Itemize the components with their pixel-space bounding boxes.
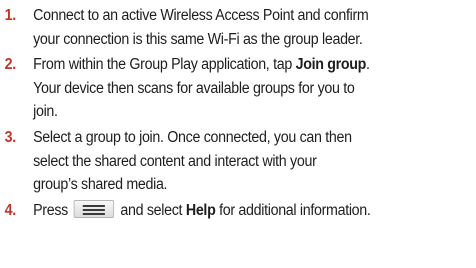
step-4: 4. Press and select Help for additional i… [0, 199, 476, 223]
step-number: 4. [4, 201, 17, 219]
step-number: 1. [4, 7, 17, 24]
menu-key-icon [73, 199, 114, 218]
step-text-line: Your device then scans for available gro… [33, 79, 355, 97]
join-group-label: Join group [295, 56, 367, 74]
step-2: 2. From within the Group Play applicatio… [0, 53, 476, 124]
step-text-line: Connect to an active Wireless Access Poi… [33, 7, 369, 24]
step-text: and select [120, 201, 186, 219]
step-text-line: group’s shared media. [33, 176, 168, 194]
step-text-line: From within the Group Play application, … [33, 53, 476, 77]
step-number: 3. [4, 128, 17, 146]
step-3: 3. Select a group to join. Once connecte… [0, 126, 476, 197]
step-text: From within the Group Play application, … [33, 56, 296, 74]
step-text: Press [33, 201, 68, 219]
step-text-line: join. [33, 103, 58, 121]
help-label: Help [185, 201, 216, 219]
step-text-line: your connection is this same Wi-Fi as th… [33, 30, 363, 48]
instruction-list: 1. Connect to an active Wireless Access … [0, 4, 476, 222]
step-text-line: Select a group to join. Once connected, … [33, 128, 352, 146]
step-number: 2. [4, 56, 17, 74]
step-text-line: Press and select Help for additional info… [33, 199, 476, 223]
step-1: 1. Connect to an active Wireless Access … [0, 4, 476, 51]
step-text: for additional information. [215, 201, 371, 219]
step-text-line: select the shared content and interact w… [33, 152, 317, 170]
step-text: . [366, 56, 370, 74]
